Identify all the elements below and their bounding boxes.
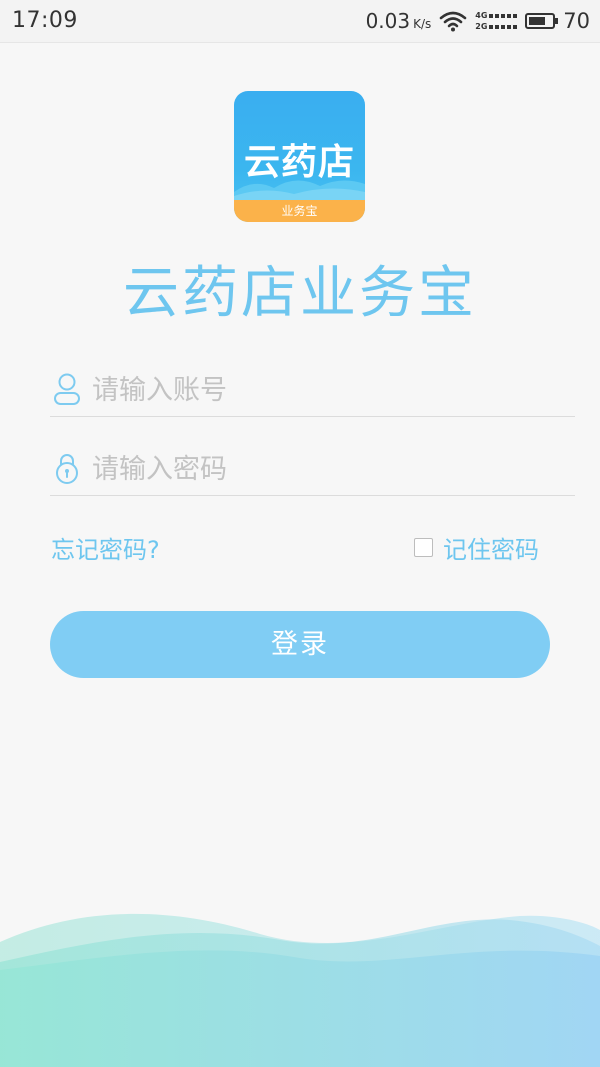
password-field	[50, 445, 575, 496]
network-gen-top: 4G	[475, 11, 488, 20]
user-icon	[54, 373, 80, 405]
network-speed-value: 0.03	[365, 9, 411, 33]
logo-band-label: 业务宝	[234, 200, 365, 222]
logo-name: 云药店	[243, 142, 355, 183]
network-speed-unit: K/s	[413, 17, 432, 31]
status-indicators: 0.03 K/s 4G 2G 70	[366, 7, 590, 35]
battery-icon	[525, 13, 559, 29]
battery-fill	[529, 17, 545, 25]
remember-password[interactable]: 记住密码	[414, 530, 539, 565]
wave-decoration	[0, 913, 600, 1067]
remember-password-label: 记住密码	[443, 536, 539, 564]
password-input[interactable]	[92, 449, 562, 489]
battery-level: 70	[563, 9, 590, 33]
remember-password-checkbox[interactable]	[414, 538, 433, 557]
lock-icon	[56, 454, 78, 484]
cell-signal-icon: 4G 2G	[475, 11, 518, 31]
wifi-icon	[439, 11, 467, 32]
app-title: 云药店业务宝	[123, 261, 477, 326]
forgot-password-link[interactable]: 忘记密码?	[51, 530, 160, 565]
status-time: 17:09	[12, 8, 78, 33]
app-logo-icon: 云药店 业务宝	[234, 91, 365, 222]
network-speed: 0.03 K/s	[366, 9, 432, 33]
account-input[interactable]	[92, 370, 562, 410]
status-bar: 17:09 0.03 K/s 4G 2G 70	[0, 0, 600, 43]
network-gen-bottom: 2G	[475, 22, 488, 31]
account-field	[50, 366, 575, 417]
login-button[interactable]: 登录	[50, 611, 550, 678]
